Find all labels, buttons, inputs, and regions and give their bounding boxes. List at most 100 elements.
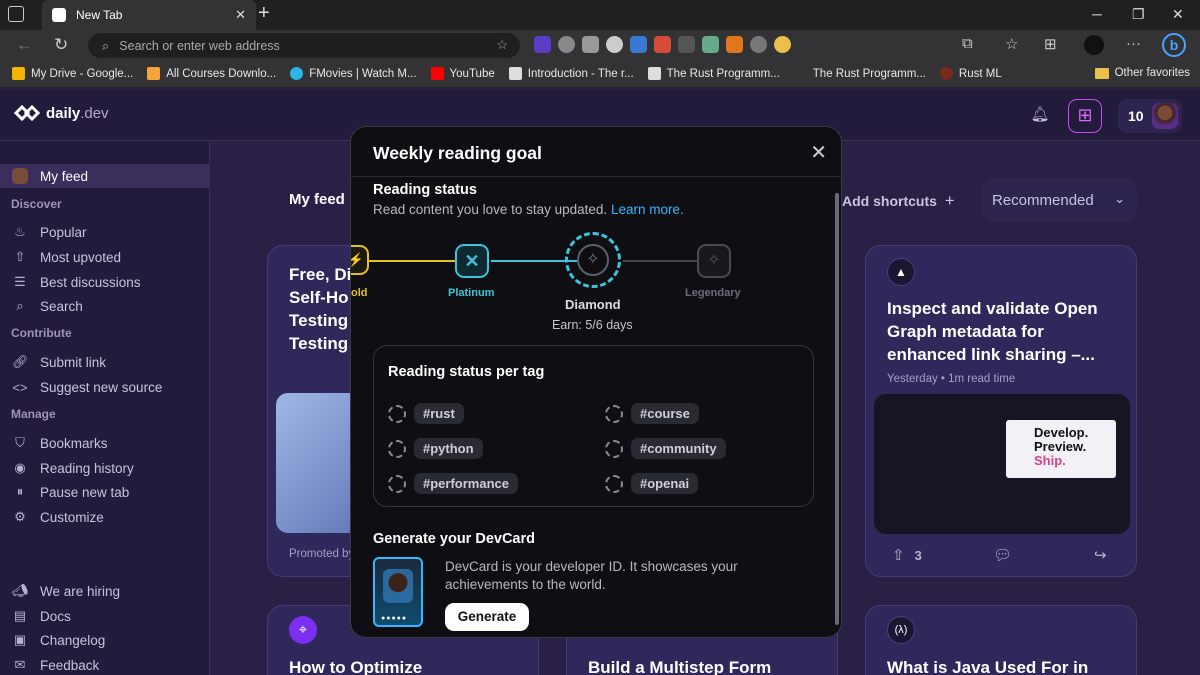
upvote-button[interactable]: ⇧ 3 [892,546,922,564]
extension-icon[interactable] [558,36,575,53]
sidebar-item-changelog[interactable]: ▣ Changelog [0,628,210,652]
sidebar-item-reading-history[interactable]: ◉ Reading history [0,456,210,480]
sidebar-item-suggest-source[interactable]: <> Suggest new source [0,375,210,399]
comment-icon[interactable]: 💬︎ [993,546,1012,564]
learn-more-link[interactable]: Learn more. [611,202,684,217]
extension-icon[interactable] [750,36,767,53]
sidebar-item-submit-link[interactable]: 🔗︎ Submit link [0,350,210,374]
modal-title: Weekly reading goal [373,143,542,163]
sidebar-item-label: Docs [40,608,71,624]
maximize-icon[interactable]: ❐ [1132,6,1145,23]
bookmark-item[interactable]: The Rust Programm... [647,67,780,80]
tag-item[interactable]: #python [388,438,483,459]
extensions-icon[interactable]: ⧉ [962,35,973,52]
bookmark-item[interactable]: All Courses Downlo... [147,67,276,80]
bookmark-label: Introduction - The r... [527,67,634,80]
sidebar-item-search[interactable]: ⌕ Search [0,294,210,318]
bookmark-item[interactable]: My Drive - Google... [12,67,133,80]
extension-icon[interactable] [534,36,551,53]
bookmark-label: My Drive - Google... [31,67,134,80]
card-image-text: Ship. [1034,453,1066,468]
profile-icon[interactable] [1084,35,1104,55]
close-icon[interactable]: ✕ [810,140,827,165]
bookmark-item[interactable]: FMovies | Watch M... [290,67,417,80]
promoted-label: Promoted by [289,548,355,560]
card-title: How to Optimize [289,658,423,675]
feed-card[interactable]: ▲ Inspect and validate Open Graph metada… [865,245,1137,577]
sidebar-item-hiring[interactable]: 📣︎ We are hiring [0,579,210,603]
sidebar-item-popular[interactable]: ♨ Popular [0,220,210,244]
card-image-overlay: Develop. Preview. Ship. [1006,420,1116,478]
collections-icon[interactable]: ⊞ [1044,35,1057,53]
sidebar-item-label: Bookmarks [40,435,108,451]
address-bar[interactable]: ⌕ Search or enter web address ☆ [88,33,520,58]
bookmark-item[interactable]: Rust ML [939,67,1002,80]
other-favorites[interactable]: Other favorites [1094,67,1190,79]
card-image-text: Preview. [1034,439,1087,454]
add-shortcuts-button[interactable]: Add shortcuts + [842,191,955,211]
extension-icon[interactable] [654,36,671,53]
close-tab-icon[interactable]: ✕ [235,7,246,23]
extension-icon[interactable] [678,36,695,53]
sidebar-item-most-upvoted[interactable]: ⇧ Most upvoted [0,245,210,269]
tag-item[interactable]: #community [605,438,726,459]
bookmark-label: YouTube [449,67,495,80]
daily-dev-logo[interactable]: daily .dev [14,103,109,123]
bookmark-item[interactable]: Introduction - The r... [508,67,634,80]
sort-dropdown[interactable]: Recommended ⌄ [982,178,1137,222]
bookmark-item[interactable]: The Rust Programm... [793,67,926,80]
modal-header: Weekly reading goal ✕ [351,127,841,177]
tag-item[interactable]: #openai [605,473,699,494]
sidebar-item-label: Search [40,298,83,314]
tab-new-tab[interactable]: New Tab ✕ [42,0,256,30]
bing-copilot-icon[interactable]: b [1162,33,1186,57]
sidebar-item-feedback[interactable]: ✉ Feedback [0,653,210,675]
tag-pill: #python [414,438,483,459]
tag-item[interactable]: #rust [388,403,464,424]
extension-icon[interactable] [726,36,743,53]
sidebar-item-best-discussions[interactable]: ☰ Best discussions [0,270,210,294]
card-meta: Yesterday • 1m read time [887,373,1016,385]
sidebar-section-contribute: Contribute [11,326,72,340]
sidebar-item-pause-new-tab[interactable]: ⏸ Pause new tab [0,480,210,504]
extension-icon[interactable] [606,36,623,53]
more-menu-icon[interactable]: ··· [1126,35,1141,52]
favorites-icon[interactable]: ☆ [1005,35,1018,53]
bookmark-item[interactable]: YouTube [430,67,495,80]
extension-icon[interactable] [582,36,599,53]
earn-progress: Earn: 5/6 days [552,318,633,332]
profile-reputation-button[interactable]: 10 [1118,99,1182,133]
sidebar-item-customize[interactable]: ⚙ Customize [0,505,210,529]
devcard-dots-icon: ●●●●● [381,615,408,622]
extension-icon[interactable] [702,36,719,53]
new-tab-button[interactable]: + [258,2,270,25]
close-window-icon[interactable]: ✕ [1172,6,1184,23]
sidebar-item-bookmarks[interactable]: ⛉ Bookmarks [0,431,210,455]
sidebar-section-discover: Discover [11,197,62,211]
minimize-icon[interactable]: ─ [1092,6,1102,22]
add-favorite-icon[interactable]: ☆ [496,37,508,53]
sidebar-item-my-feed[interactable]: My feed [0,164,210,188]
card-title-line: Testing [289,311,349,330]
bookmarks-bar: My Drive - Google... All Courses Downlo.… [0,60,1200,88]
shortcuts-grid-button[interactable]: ⊞ [1068,99,1102,133]
bookmark-icon: ⛉ [15,435,25,450]
extension-icon[interactable] [774,36,791,53]
sidebar-item-label: Customize [40,509,104,525]
tab-actions-icon[interactable] [8,6,24,22]
share-icon[interactable]: ↪ [1094,546,1107,564]
notifications-bell-icon[interactable]: 🔔︎ [1026,101,1054,129]
sidebar-item-docs[interactable]: ▤ Docs [0,604,210,628]
tag-item[interactable]: #performance [388,473,518,494]
feed-card[interactable]: (λ) What is Java Used For in [865,605,1137,675]
add-shortcuts-label: Add shortcuts [842,193,937,209]
back-icon[interactable]: ← [16,35,33,55]
generate-button[interactable]: Generate [445,603,529,631]
source-triangle-icon: ▲ [887,258,915,286]
refresh-icon[interactable]: ↻ [54,35,68,55]
tag-item[interactable]: #course [605,403,699,424]
modal-scrollbar[interactable] [835,193,839,625]
card-title: Build a Multistep Form [588,658,772,675]
extension-icon[interactable] [630,36,647,53]
gold-label: old [351,287,368,299]
